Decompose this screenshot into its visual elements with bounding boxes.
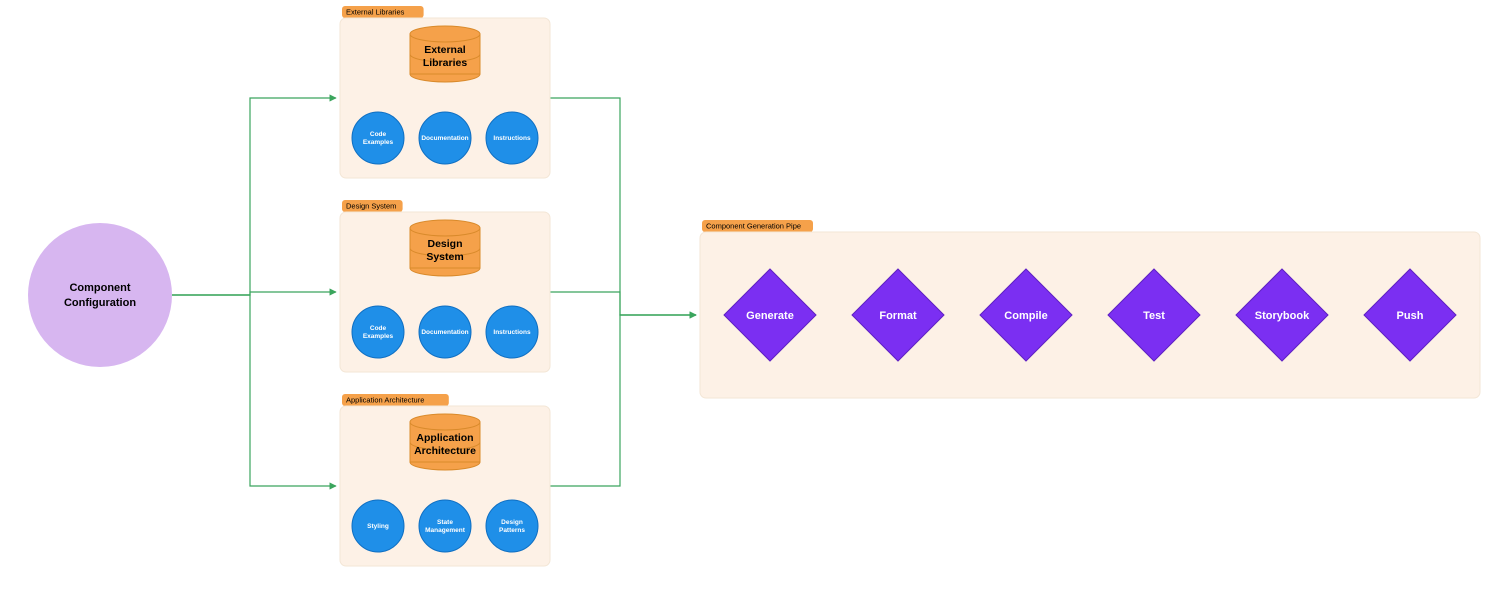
svg-text:Instructions: Instructions: [493, 135, 531, 142]
svg-text:Storybook: Storybook: [1255, 310, 1310, 322]
svg-text:Compile: Compile: [1004, 310, 1047, 322]
edge-start-to-group-2: [172, 295, 336, 486]
svg-text:Code: Code: [370, 325, 387, 332]
svg-text:State: State: [437, 519, 453, 526]
svg-text:Architecture: Architecture: [414, 445, 476, 457]
start-node: Component Configuration: [28, 223, 172, 367]
pipeline-group: Component Generation Pipe Generate Format C…: [700, 220, 1480, 398]
db-child-1-1: Documentation: [419, 306, 471, 358]
svg-text:Application Architecture: Application Architecture: [346, 396, 424, 405]
svg-text:Test: Test: [1143, 310, 1165, 322]
db-child-0-2: Instructions: [486, 112, 538, 164]
db-group-0: External Libraries ExternalLibraries CodeE…: [340, 6, 550, 178]
svg-text:Examples: Examples: [363, 333, 394, 340]
svg-text:Format: Format: [879, 310, 917, 322]
edge-group-to-pipe-2: [550, 315, 696, 486]
db-child-1-2: Instructions: [486, 306, 538, 358]
svg-text:External: External: [424, 44, 466, 56]
db-group-2: Application Architecture ApplicationArchi…: [340, 394, 550, 566]
svg-text:Design: Design: [427, 238, 462, 250]
svg-text:Configuration: Configuration: [64, 297, 136, 309]
svg-text:Documentation: Documentation: [421, 329, 468, 336]
edge-start-to-group-0: [172, 98, 336, 295]
svg-text:Design: Design: [501, 519, 523, 526]
svg-text:Libraries: Libraries: [423, 57, 468, 69]
svg-text:Generate: Generate: [746, 310, 794, 322]
db-child-2-1: StateManagement: [419, 500, 471, 552]
svg-text:Styling: Styling: [367, 523, 389, 530]
svg-text:Component Generation Pipe: Component Generation Pipe: [706, 222, 801, 231]
svg-text:Patterns: Patterns: [499, 527, 525, 534]
svg-text:Application: Application: [416, 432, 473, 444]
svg-text:Component: Component: [69, 282, 130, 294]
svg-text:Design System: Design System: [346, 202, 396, 211]
db-child-2-0: Styling: [352, 500, 404, 552]
db-child-0-1: Documentation: [419, 112, 471, 164]
edge-group-to-pipe-0: [550, 98, 696, 315]
db-group-1: Design System DesignSystem CodeExamples Doc…: [340, 200, 550, 372]
svg-text:Code: Code: [370, 131, 387, 138]
svg-text:System: System: [426, 251, 463, 263]
db-child-2-2: DesignPatterns: [486, 500, 538, 552]
svg-text:External Libraries: External Libraries: [346, 8, 405, 17]
svg-text:Documentation: Documentation: [421, 135, 468, 142]
svg-text:Management: Management: [425, 527, 466, 534]
svg-text:Push: Push: [1397, 310, 1424, 322]
db-child-1-0: CodeExamples: [352, 306, 404, 358]
edge-group-to-pipe-1: [550, 292, 696, 315]
svg-text:Instructions: Instructions: [493, 329, 531, 336]
svg-text:Examples: Examples: [363, 139, 394, 146]
db-child-0-0: CodeExamples: [352, 112, 404, 164]
